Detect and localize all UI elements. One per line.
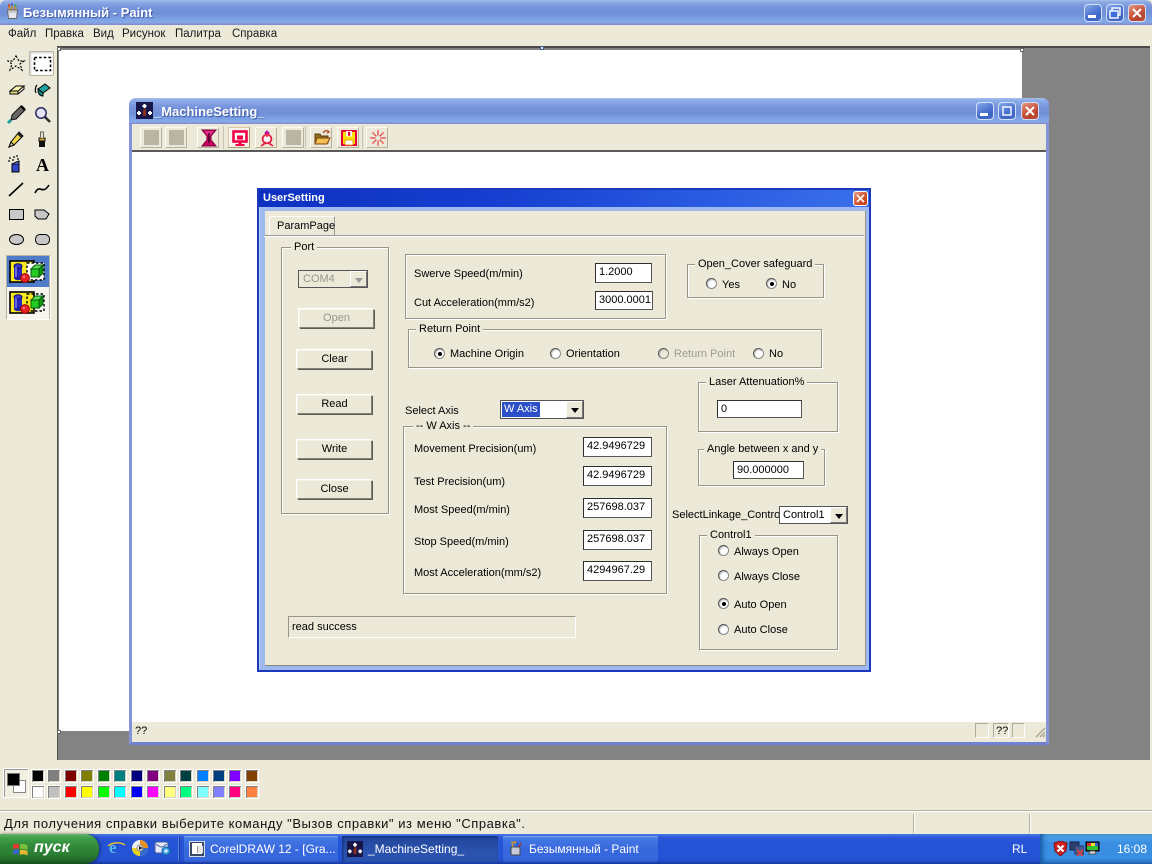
svg-text:A: A [36,155,49,174]
svg-text:e: e [109,838,117,857]
